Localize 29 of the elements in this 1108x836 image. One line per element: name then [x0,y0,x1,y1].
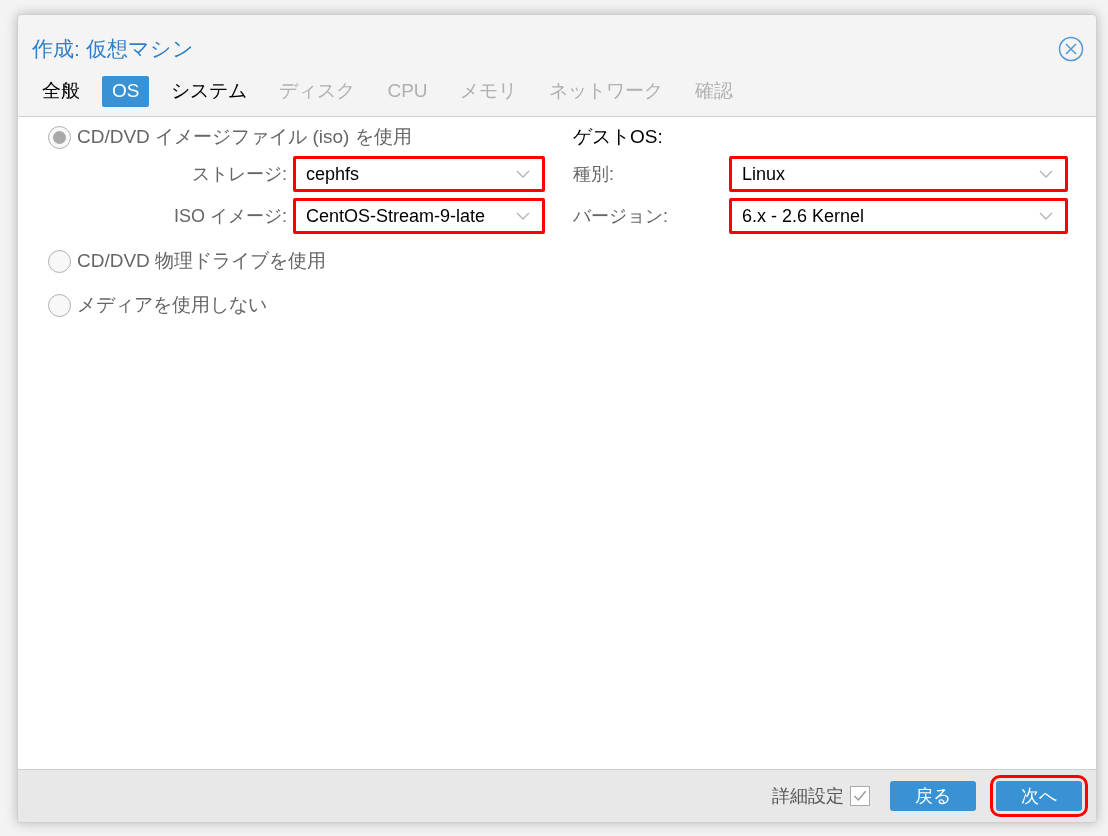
checkbox-label: 詳細設定 [772,784,844,808]
radio-button[interactable] [48,293,71,317]
checkmark-icon [852,788,868,804]
dropdown-field[interactable]: Linux [729,156,1068,192]
checkbox[interactable] [850,786,870,806]
button[interactable]: 次へ [996,781,1082,811]
field-label: ストレージ: [191,162,288,186]
dropdown-field[interactable]: cephfs [293,156,545,192]
radio-label: CD/DVD イメージファイル (iso) を使用 [77,124,412,149]
chevron-down-icon [516,170,530,178]
field-label: 種別: [573,162,615,186]
dropdown-field[interactable]: CentOS-Stream-9-late [293,198,545,234]
button[interactable]: 戻る [890,781,976,811]
chevron-down-icon [516,212,530,220]
window-title: 作成: 仮想マシン [32,36,194,63]
radio-button[interactable] [48,125,71,149]
field-label: ISO イメージ: [173,204,288,228]
section-heading: ゲストOS: [573,124,663,149]
field-label: バージョン: [573,204,669,228]
chevron-down-icon [1039,170,1053,178]
tab[interactable]: OS [102,76,150,107]
tab[interactable]: 全般 [32,76,90,107]
dropdown-field[interactable]: 6.x - 2.6 Kernel [729,198,1068,234]
tab[interactable]: システム [161,76,258,107]
radio-label: CD/DVD 物理ドライブを使用 [77,248,327,273]
radio-label: メディアを使用しない [77,292,267,317]
close-icon[interactable] [1058,36,1084,62]
chevron-down-icon [1039,212,1053,220]
radio-button[interactable] [48,249,71,273]
